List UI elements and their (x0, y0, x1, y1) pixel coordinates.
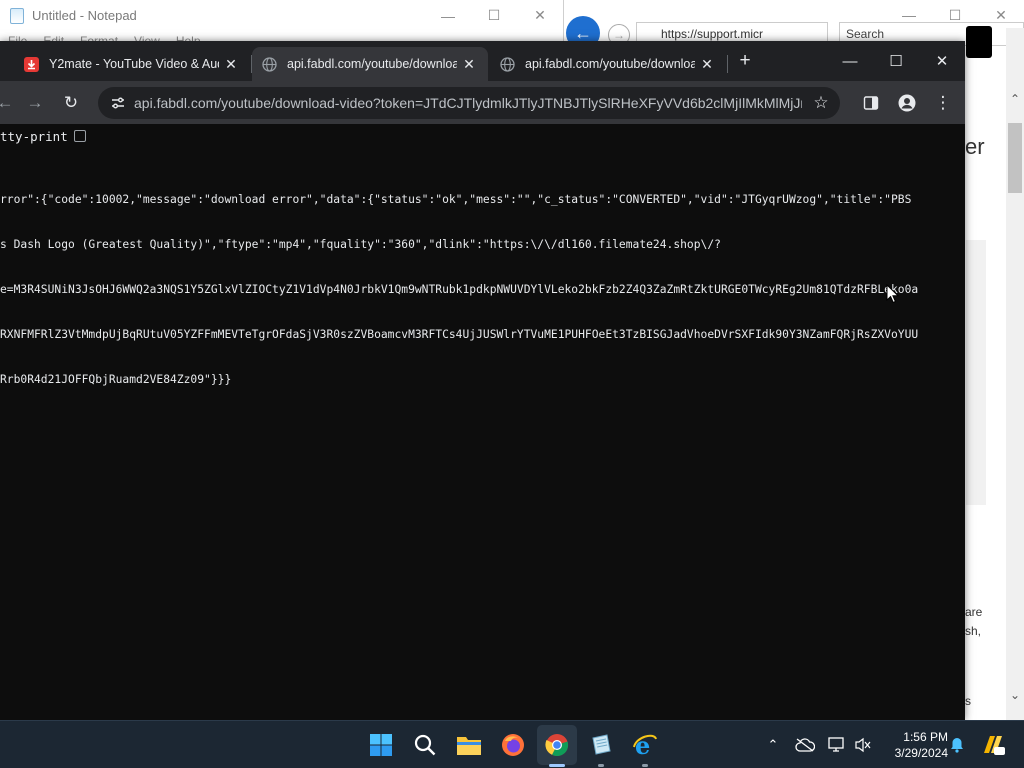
minimize-icon[interactable]: — (425, 0, 471, 31)
close-tab-icon[interactable]: ✕ (460, 55, 478, 73)
url-text: api.fabdl.com/youtube/download-video?tok… (134, 95, 802, 111)
tab-strip: Y2mate - YouTube Video & Audio Downloade… (0, 41, 965, 81)
tab-label: Y2mate - YouTube Video & Audio Downloade… (49, 57, 219, 71)
file-explorer-icon[interactable] (454, 730, 484, 760)
ie-scroll-thumb[interactable] (1008, 123, 1022, 193)
json-line: Rrb0R4d21JOFFQbjRuamd2VE84Zz09"}}} (0, 373, 232, 386)
chevron-up-icon[interactable]: ⌃ (762, 721, 784, 768)
ie-address-text: https://support.micr (661, 27, 764, 41)
json-response: rror":{"code":10002,"message":"download … (0, 162, 965, 402)
notification-bell-icon[interactable] (946, 721, 968, 768)
close-icon[interactable]: ✕ (517, 0, 563, 31)
address-bar[interactable]: api.fabdl.com/youtube/download-video?tok… (98, 87, 840, 119)
pretty-print-bar: tty-print (0, 124, 965, 148)
copilot-icon[interactable] (978, 721, 1008, 768)
globe-icon (262, 56, 277, 72)
maximize-icon[interactable]: ☐ (471, 0, 517, 31)
site-info-icon[interactable] (108, 93, 128, 113)
notepad-icon (10, 7, 24, 24)
clock-time: 1:56 PM (903, 730, 948, 744)
menu-kebab-icon[interactable]: ⋮ (930, 90, 956, 116)
json-line: s Dash Logo (Greatest Quality)","ftype":… (0, 238, 721, 251)
firefox-icon[interactable] (498, 730, 528, 760)
ie-search-placeholder: Search (846, 27, 885, 41)
json-line: e=M3R4SUNiN3JsOHJ6WWQ2a3NQS1Y5ZGlxVlZIOC… (0, 283, 919, 296)
minimize-icon[interactable]: — (827, 41, 873, 81)
notepad-window-controls: — ☐ ✕ (425, 0, 563, 31)
tab-separator (727, 55, 728, 73)
close-tab-icon[interactable]: ✕ (698, 55, 716, 73)
side-panel-icon[interactable] (858, 90, 884, 116)
notepad-icon[interactable] (586, 730, 616, 767)
globe-icon (500, 56, 515, 72)
tab-y2mate[interactable]: Y2mate - YouTube Video & Audio Downloade… (14, 47, 250, 81)
start-icon[interactable] (366, 730, 396, 760)
ie-partial-text: are (965, 605, 983, 619)
ie-scrollbar[interactable] (1006, 28, 1024, 720)
chrome-icon[interactable] (542, 730, 572, 767)
reload-icon[interactable]: ↻ (58, 90, 84, 116)
mouse-cursor-icon (886, 284, 900, 304)
pretty-print-checkbox[interactable] (73, 130, 86, 142)
ie-partial-text: s (965, 694, 971, 708)
notepad-title: Untitled - Notepad (32, 8, 137, 23)
profile-icon[interactable] (894, 90, 920, 116)
search-icon[interactable] (410, 730, 440, 760)
forward-arrow-icon[interactable]: → (22, 90, 48, 116)
json-line: RXNFMFRlZ3VtMmdpUjBqRUtuV05YZFFmMEVTeTgr… (0, 328, 919, 341)
ie-page-logo (966, 26, 992, 58)
chevron-down-icon[interactable]: ⌄ (1008, 688, 1022, 702)
ie-page-panel (966, 240, 986, 505)
chrome-window-controls: — ☐ ✕ (827, 41, 965, 81)
ie-partial-heading: er (965, 134, 985, 159)
tab-api-fabdl[interactable]: api.fabdl.com/youtube/download-video ✕ (490, 47, 726, 81)
tab-label: api.fabdl.com/youtube/download-video (525, 57, 695, 71)
close-icon[interactable]: ✕ (919, 41, 965, 81)
internet-explorer-icon[interactable]: e (630, 730, 660, 767)
volume-muted-icon[interactable] (852, 721, 874, 768)
clock-date: 3/29/2024 (894, 746, 948, 760)
bookmark-star-icon[interactable]: ☆ (810, 92, 832, 114)
tab-label: api.fabdl.com/youtube/download-video (287, 57, 457, 71)
back-arrow-icon[interactable]: ← (0, 90, 18, 116)
new-tab-plus-icon[interactable]: + (734, 50, 756, 72)
tab-api-fabdl-active[interactable]: api.fabdl.com/youtube/download-video ✕ (252, 47, 488, 81)
ie-partial-text: sh, (965, 624, 982, 638)
onedrive-icon[interactable] (794, 721, 816, 768)
chrome-toolbar: ← → ↻ api.fabdl.com/youtube/download-vid… (0, 81, 965, 124)
chevron-up-icon[interactable]: ⌃ (1008, 92, 1022, 106)
close-tab-icon[interactable]: ✕ (222, 55, 240, 73)
json-line: rror":{"code":10002,"message":"download … (0, 193, 912, 206)
taskbar: e ⌃ 1:56 PM 3/29/2024 (0, 720, 1024, 768)
y2mate-icon (24, 56, 39, 72)
maximize-icon[interactable]: ☐ (873, 41, 919, 81)
network-icon[interactable] (826, 721, 848, 768)
system-clock[interactable]: 1:56 PM 3/29/2024 (880, 729, 948, 761)
pretty-print-label: tty-print (0, 128, 68, 144)
